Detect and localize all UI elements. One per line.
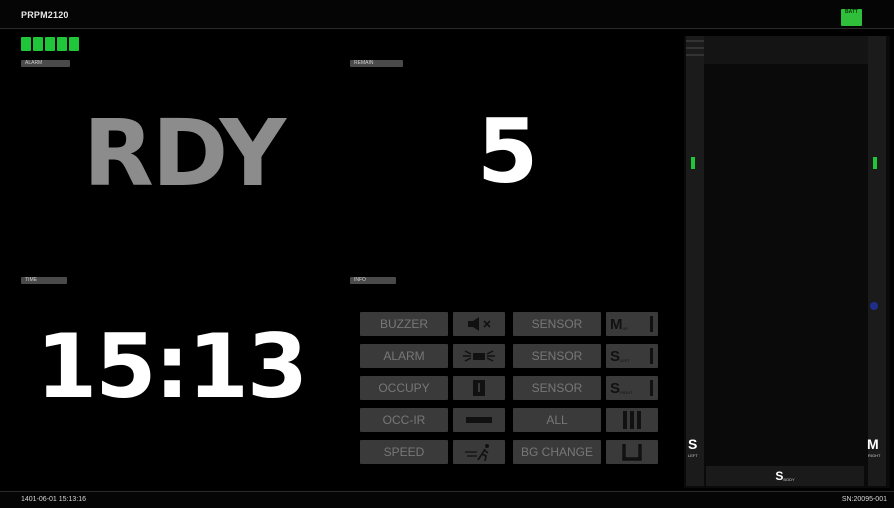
speed-toggle[interactable] [453, 440, 505, 464]
signal-bar [33, 37, 43, 51]
left-sensor-rail [686, 36, 704, 486]
sensor-level-icon [650, 380, 653, 396]
remain-value: 5 [477, 100, 539, 203]
bg-change-button[interactable]: BG CHANGE [513, 440, 601, 464]
info-tag: INFO [350, 277, 396, 284]
signal-strength-icon [21, 37, 79, 51]
bottom-sensor-sub: BODY [783, 476, 795, 482]
time-tag: TIME [21, 277, 67, 284]
footer-datetime: 1401-06-01 15:13:16 [21, 496, 86, 503]
rail-divider [686, 47, 704, 49]
occ-ir-button[interactable]: OCC-IR [360, 408, 448, 432]
alarm-button[interactable]: ALARM [360, 344, 448, 368]
sensor-m-sub: UP [622, 325, 629, 331]
signal-bar [69, 37, 79, 51]
sensor-m-button[interactable]: SENSOR [513, 312, 601, 336]
right-side-sub: RIGHT [868, 453, 881, 458]
signal-bar [45, 37, 55, 51]
sensor-s-right-toggle[interactable]: S RIGHT [606, 376, 658, 400]
sensor-s-left-toggle[interactable]: S LEFT [606, 344, 658, 368]
sensor-position-indicator [870, 302, 878, 310]
signal-bar [21, 37, 31, 51]
status-text: RDY [83, 100, 286, 207]
running-person-icon [465, 444, 489, 461]
sensor-m-toggle[interactable]: M UP [606, 312, 658, 336]
rail-divider [686, 40, 704, 42]
alarm-light-toggle[interactable] [453, 344, 505, 368]
left-side-sub: LEFT [688, 453, 698, 458]
occupancy-icon [473, 380, 485, 396]
signal-bar [57, 37, 67, 51]
device-name: PRPM2120 [21, 10, 69, 20]
all-sensors-icon [623, 411, 641, 429]
all-sensors-button[interactable]: ALL [513, 408, 601, 432]
all-sensors-toggle[interactable] [606, 408, 658, 432]
background-change-icon [622, 444, 642, 461]
sensor-m-label: M [610, 315, 623, 333]
alarm-light-icon [463, 350, 495, 362]
rail-divider [686, 54, 704, 56]
occ-ir-toggle[interactable] [453, 408, 505, 432]
right-sensor-rail [868, 36, 886, 486]
left-sensor-level-icon [691, 157, 695, 169]
top-bar [0, 0, 894, 29]
sensor-s-right-button[interactable]: SENSOR [513, 376, 601, 400]
occupy-button[interactable]: OCCUPY [360, 376, 448, 400]
time-value: 15:13 [36, 315, 308, 418]
sensor-s-right-sub: RIGHT [620, 389, 633, 395]
top-sensor-rail [704, 36, 868, 64]
sensor-level-icon [650, 316, 653, 332]
right-sensor-level-icon [873, 157, 877, 169]
battery-icon: BATT [841, 9, 862, 26]
speaker-mute-icon [468, 317, 491, 331]
remain-tag: REMAIN [350, 60, 403, 67]
sensor-display-panel [684, 36, 890, 488]
speed-button[interactable]: SPEED [360, 440, 448, 464]
sensor-s-left-label: S [610, 347, 621, 365]
bg-change-toggle[interactable] [606, 440, 658, 464]
occupy-toggle[interactable] [453, 376, 505, 400]
bottom-sensor-bar: S BODY [706, 466, 864, 486]
status-bar [0, 491, 894, 508]
serial-number: SN:20095-001 [841, 496, 887, 503]
left-side-indicator: S [688, 436, 698, 452]
sensor-s-left-button[interactable]: SENSOR [513, 344, 601, 368]
buzzer-mute-toggle[interactable] [453, 312, 505, 336]
sensor-s-right-label: S [610, 379, 621, 397]
ir-sensor-icon [466, 417, 492, 423]
right-side-indicator: M [867, 436, 879, 452]
alarm-tag: ALARM [21, 60, 70, 67]
battery-label: BATT [845, 9, 858, 15]
sensor-level-icon [650, 348, 653, 364]
bottom-sensor-label: S [775, 469, 784, 483]
buzzer-button[interactable]: BUZZER [360, 312, 448, 336]
sensor-s-left-sub: LEFT [620, 357, 630, 363]
